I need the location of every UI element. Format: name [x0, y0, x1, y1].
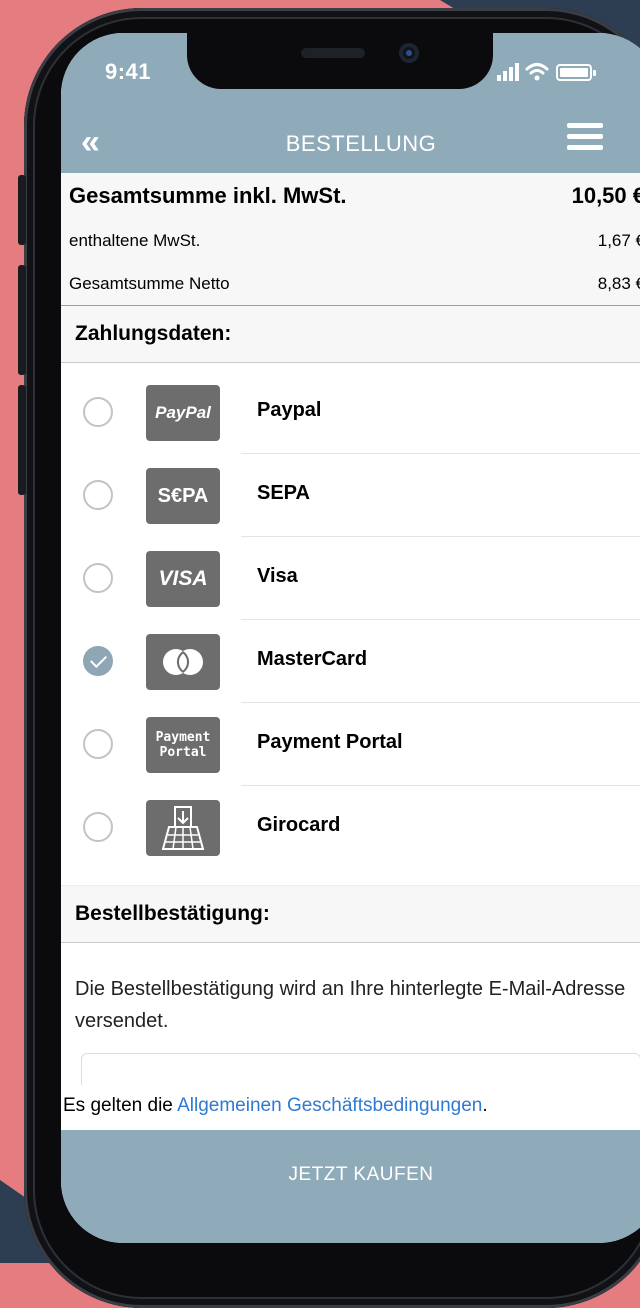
vat-label: enthaltene MwSt. — [69, 230, 201, 250]
payment-option-visa[interactable]: VISA Visa — [61, 537, 640, 620]
payment-portal-logo-icon: Payment Portal — [146, 717, 220, 773]
terms-prefix: Es gelten die — [63, 1095, 178, 1116]
paypal-logo-icon: PayPal — [146, 385, 220, 441]
radio-button[interactable] — [83, 729, 113, 759]
payment-label: Paypal — [257, 399, 322, 421]
payment-label: SEPA — [257, 482, 310, 504]
phone-side-button — [18, 265, 26, 375]
confirmation-text: Die Bestellbestätigung wird an Ihre hint… — [75, 978, 626, 1032]
terms-suffix: . — [482, 1095, 488, 1116]
total-value: 10,50 € — [571, 183, 640, 208]
phone-screen: 9:41 « BESTELLUNG Gesamtsumme inkl. MwSt… — [61, 33, 640, 1243]
wifi-icon — [525, 63, 549, 75]
buy-button-label: JETZT KAUFEN — [288, 1164, 434, 1185]
buy-button[interactable]: JETZT KAUFEN — [61, 1130, 640, 1243]
vat-value: 1,67 € — [597, 230, 640, 250]
phone-side-button — [18, 385, 26, 495]
payment-methods: PayPal Paypal S€PA SEPA VISA Visa Master… — [61, 363, 640, 869]
payment-option-mastercard[interactable]: MasterCard — [61, 620, 640, 703]
camera — [399, 43, 419, 63]
payment-label: Visa — [257, 565, 298, 587]
card-terminal-icon — [146, 800, 220, 856]
payment-option-paypal[interactable]: PayPal Paypal — [61, 371, 640, 454]
terms-link[interactable]: Allgemeinen Geschäftsbedingungen — [177, 1095, 482, 1116]
page-title: BESTELLUNG — [285, 131, 437, 156]
confirmation-heading: Bestellbestätigung: — [61, 885, 640, 943]
status-icons — [497, 63, 596, 81]
speaker — [301, 48, 365, 58]
payment-label: Girocard — [257, 814, 341, 836]
status-bar: 9:41 — [61, 33, 640, 111]
radio-button[interactable] — [83, 563, 113, 593]
net-label: Gesamtsumme Netto — [69, 273, 230, 293]
terms-notice: Es gelten die Allgemeinen Geschäftsbedin… — [61, 1085, 640, 1130]
payment-heading: Zahlungsdaten: — [61, 306, 640, 363]
notch — [187, 33, 493, 89]
phone-side-button — [18, 175, 26, 245]
vat-row: enthaltene MwSt. 1,67 € — [61, 219, 640, 262]
payment-label: MasterCard — [257, 648, 368, 670]
radio-button-checked[interactable] — [83, 646, 113, 676]
navbar: « BESTELLUNG — [61, 111, 640, 173]
signal-icon — [497, 63, 519, 81]
total-row: Gesamtsumme inkl. MwSt. 10,50 € — [61, 173, 640, 219]
sepa-logo-icon: S€PA — [146, 468, 220, 524]
total-label: Gesamtsumme inkl. MwSt. — [69, 183, 347, 208]
payment-option-payment-portal[interactable]: Payment Portal Payment Portal — [61, 703, 640, 786]
radio-button[interactable] — [83, 812, 113, 842]
radio-button[interactable] — [83, 397, 113, 427]
payment-option-girocard[interactable]: Girocard — [61, 786, 640, 869]
battery-icon — [556, 64, 596, 81]
net-row: Gesamtsumme Netto 8,83 € — [61, 262, 640, 305]
status-time: 9:41 — [105, 59, 152, 84]
email-field[interactable] — [81, 1053, 640, 1085]
payment-label: Payment Portal — [257, 731, 403, 753]
radio-button[interactable] — [83, 480, 113, 510]
net-value: 8,83 € — [597, 273, 640, 293]
content: Gesamtsumme inkl. MwSt. 10,50 € enthalte… — [61, 173, 640, 1085]
visa-logo-icon: VISA — [146, 551, 220, 607]
menu-icon[interactable] — [567, 123, 603, 155]
mastercard-logo-icon — [146, 634, 220, 690]
payment-option-sepa[interactable]: S€PA SEPA — [61, 454, 640, 537]
order-summary: Gesamtsumme inkl. MwSt. 10,50 € enthalte… — [61, 173, 640, 306]
